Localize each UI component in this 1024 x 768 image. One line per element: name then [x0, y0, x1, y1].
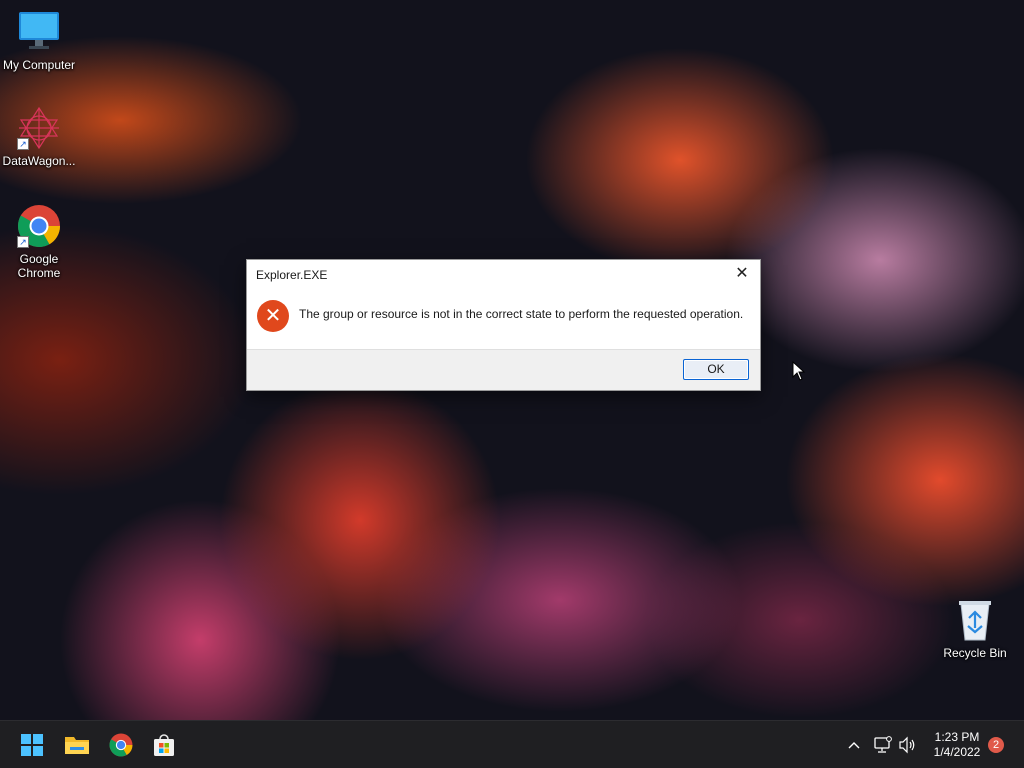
error-icon: ✕	[257, 300, 289, 332]
error-dialog: Explorer.EXE ✕ ✕ The group or resource i…	[246, 259, 761, 391]
desktop-icon-label: DataWagon...	[2, 154, 76, 168]
dialog-message: The group or resource is not in the corr…	[299, 307, 744, 321]
datawagon-icon: ↗	[17, 106, 61, 150]
folder-icon[interactable]	[64, 733, 90, 757]
chevron-up-icon[interactable]	[846, 735, 862, 755]
shortcut-arrow-icon: ↗	[17, 138, 29, 150]
desktop-icon-my-computer[interactable]: My Computer	[1, 10, 77, 72]
taskbar: 1:23 PM 1/4/2022 2	[0, 720, 1024, 768]
clock[interactable]: 1:23 PM 1/4/2022	[928, 730, 986, 768]
network-icon[interactable]	[872, 735, 892, 755]
desktop-icon-recycle-bin[interactable]: Recycle Bin	[937, 598, 1013, 660]
chrome-icon[interactable]	[109, 733, 135, 757]
recycle-bin-icon	[953, 598, 997, 642]
chrome-icon: ↗	[17, 204, 61, 248]
speaker-icon[interactable]	[897, 735, 917, 755]
dialog-title: Explorer.EXE	[256, 268, 328, 282]
clock-date: 1/4/2022	[933, 745, 981, 759]
desktop-icon-datawagon[interactable]: ↗ DataWagon...	[1, 106, 77, 168]
notification-badge[interactable]: 2	[988, 737, 1004, 753]
desktop-icon-label: My Computer	[2, 58, 76, 72]
dialog-footer: OK	[247, 349, 760, 390]
close-icon[interactable]: ✕	[734, 266, 750, 282]
mouse-cursor-icon	[792, 361, 806, 381]
desktop-icon-label: Google Chrome	[17, 252, 61, 280]
monitor-icon	[17, 10, 61, 54]
desktop-icon-google-chrome[interactable]: ↗ Google Chrome	[1, 204, 77, 280]
clock-time: 1:23 PM	[934, 730, 980, 744]
desktop-icon-label: Recycle Bin	[943, 646, 1007, 660]
windows-start-icon[interactable]	[20, 733, 46, 757]
shortcut-arrow-icon: ↗	[17, 236, 29, 248]
store-icon[interactable]	[152, 733, 178, 757]
ok-button[interactable]: OK	[683, 359, 749, 380]
